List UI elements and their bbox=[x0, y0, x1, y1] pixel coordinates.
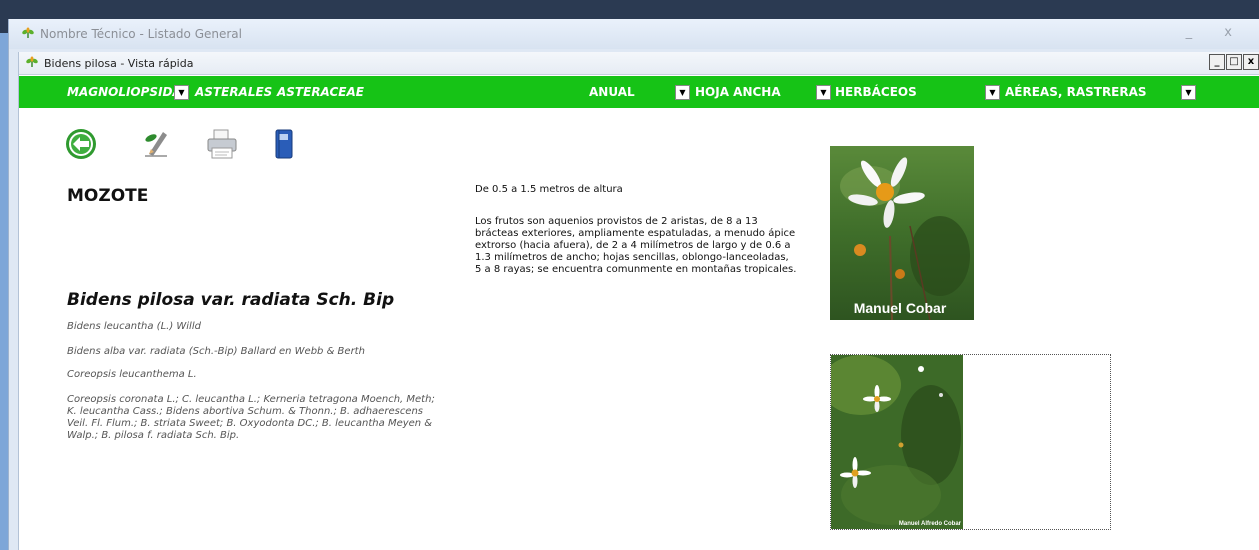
back-arrow-icon[interactable] bbox=[65, 128, 97, 164]
minimize-button[interactable]: _ bbox=[1209, 54, 1225, 70]
plant-photo-2[interactable]: Manuel Alfredo Cobar bbox=[831, 355, 963, 529]
common-name: MOZOTE bbox=[67, 186, 149, 206]
outer-window-title: Nombre Técnico - Listado General bbox=[40, 27, 242, 41]
book-icon[interactable] bbox=[273, 128, 295, 164]
leaf-label: HOJA ANCHA bbox=[695, 85, 781, 99]
outer-window-controls[interactable]: _ x bbox=[1186, 25, 1246, 40]
plant-app-icon bbox=[25, 55, 39, 71]
photo1-credit: Manuel Cobar bbox=[854, 300, 947, 316]
leaf-dropdown-button[interactable]: ▼ bbox=[816, 85, 831, 100]
quick-view-titlebar[interactable]: Bidens pilosa - Vista rápida bbox=[19, 52, 1259, 75]
close-button[interactable]: x bbox=[1243, 54, 1259, 70]
plant-photo-1[interactable]: Manuel Cobar bbox=[830, 146, 974, 320]
outer-window-titlebar[interactable]: Nombre Técnico - Listado General bbox=[9, 19, 1259, 49]
print-icon[interactable] bbox=[205, 128, 239, 164]
synonym-4: Coreopsis coronata L.; C. leucantha L.; … bbox=[67, 394, 435, 441]
window-buttons: _ □ x bbox=[1209, 54, 1259, 70]
maximize-button[interactable]: □ bbox=[1226, 54, 1242, 70]
synonym-3: Coreopsis leucanthema L. bbox=[67, 369, 197, 380]
order-label: ASTERALES bbox=[195, 85, 273, 99]
class-dropdown-button[interactable]: ▼ bbox=[174, 85, 189, 100]
cycle-dropdown-button[interactable]: ▼ bbox=[675, 85, 690, 100]
quick-view-title: Bidens pilosa - Vista rápida bbox=[44, 56, 194, 70]
plant-app-icon bbox=[21, 26, 35, 42]
outer-window: Nombre Técnico - Listado General _ x Bid… bbox=[8, 19, 1259, 550]
quick-view-window: Bidens pilosa - Vista rápida _ □ x MAGNO… bbox=[18, 52, 1259, 550]
class-label: MAGNOLIOPSIDA bbox=[67, 85, 182, 99]
scientific-name: Bidens pilosa var. radiata Sch. Bip bbox=[67, 290, 395, 310]
family-label: ASTERACEAE bbox=[277, 85, 364, 99]
habit-label: HERBÁCEOS bbox=[835, 85, 917, 99]
synonym-1: Bidens leucantha (L.) Willd bbox=[67, 321, 201, 332]
parts-label: AÉREAS, RASTRERAS bbox=[1005, 85, 1147, 99]
taxonomy-bar: MAGNOLIOPSIDA ▼ ASTERALES ASTERACEAE ANU… bbox=[19, 76, 1259, 108]
edit-icon[interactable] bbox=[141, 128, 173, 164]
plant-description: Los frutos son aquenios provistos de 2 a… bbox=[475, 216, 797, 275]
cycle-label: ANUAL bbox=[589, 85, 635, 99]
plant-height: De 0.5 a 1.5 metros de altura bbox=[475, 184, 623, 195]
plant-photo-2-frame[interactable]: Manuel Alfredo Cobar bbox=[830, 354, 1111, 530]
parts-dropdown-button[interactable]: ▼ bbox=[1181, 85, 1196, 100]
habit-dropdown-button[interactable]: ▼ bbox=[985, 85, 1000, 100]
photo2-credit: Manuel Alfredo Cobar bbox=[899, 521, 962, 527]
synonym-2: Bidens alba var. radiata (Sch.-Bip) Ball… bbox=[67, 346, 365, 357]
